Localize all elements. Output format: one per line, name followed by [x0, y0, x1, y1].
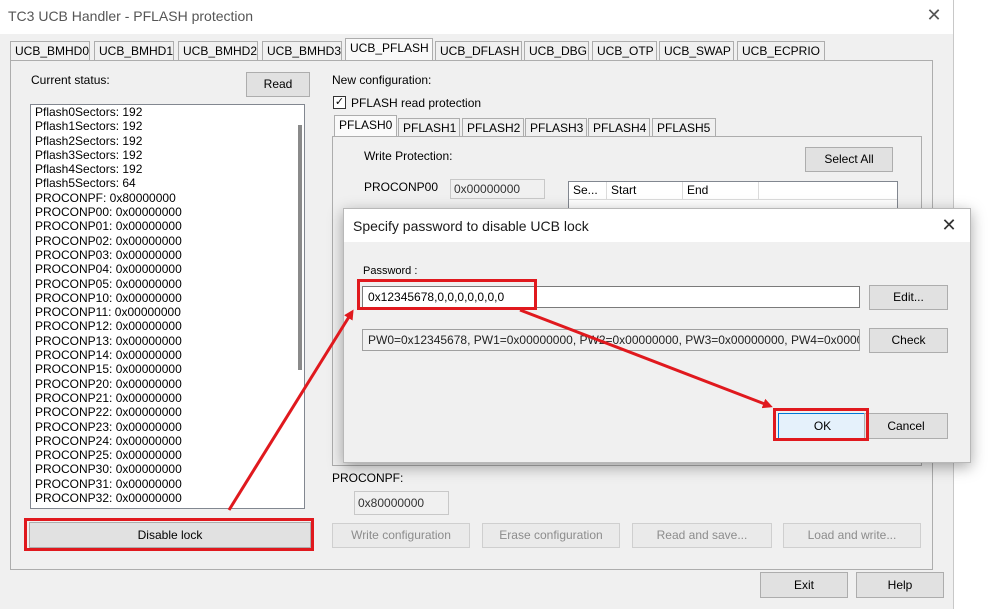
status-line: PROCONP31: 0x00000000 — [35, 476, 182, 491]
edit-button[interactable]: Edit... — [869, 285, 948, 310]
subtab-pflash0[interactable]: PFLASH0 — [334, 115, 397, 137]
tab-ucb-bmhd2[interactable]: UCB_BMHD2 — [178, 41, 258, 60]
proconp00-field: 0x00000000 — [450, 179, 545, 199]
proconpf-label: PROCONPF: — [332, 471, 404, 485]
password-label: Password : — [363, 265, 418, 277]
window-title: TC3 UCB Handler - PFLASH protection — [8, 8, 254, 24]
status-line: PROCONP32: 0x00000000 — [35, 491, 182, 506]
read-protection-label: PFLASH read protection — [351, 96, 482, 110]
status-line: Pflash0Sectors: 192 — [35, 105, 143, 119]
tab-ucb-ecprio[interactable]: UCB_ECPRIO — [737, 41, 825, 60]
write-configuration-button[interactable]: Write configuration — [332, 523, 470, 548]
subtab-pflash4[interactable]: PFLASH4 — [588, 118, 650, 137]
column-header-start[interactable]: Start — [607, 182, 683, 199]
status-line: Pflash3Sectors: 192 — [35, 147, 143, 162]
status-line: PROCONPF: 0x80000000 — [35, 190, 176, 205]
status-line: Pflash4Sectors: 192 — [35, 162, 143, 177]
exit-button[interactable]: Exit — [760, 572, 848, 598]
ok-button[interactable]: OK — [778, 413, 867, 439]
dialog-title-bar: Specify password to disable UCB lock ✕ — [344, 209, 970, 242]
proconpf-field: 0x80000000 — [354, 491, 449, 515]
read-and-save-button[interactable]: Read and save... — [632, 523, 772, 548]
read-button[interactable]: Read — [246, 72, 310, 97]
status-line: PROCONP22: 0x00000000 — [35, 405, 182, 420]
column-header-sector[interactable]: Se... — [569, 182, 607, 199]
status-line: Pflash2Sectors: 192 — [35, 133, 143, 148]
subtab-pflash1[interactable]: PFLASH1 — [398, 118, 460, 137]
help-button[interactable]: Help — [856, 572, 944, 598]
select-all-button[interactable]: Select All — [805, 147, 893, 172]
tab-ucb-bmhd3[interactable]: UCB_BMHD3 — [262, 41, 342, 60]
status-line: PROCONP24: 0x00000000 — [35, 433, 182, 448]
status-line: PROCONP30: 0x00000000 — [35, 462, 182, 477]
status-line: PROCONP25: 0x00000000 — [35, 448, 182, 463]
status-line: PROCONP03: 0x00000000 — [35, 247, 182, 262]
status-line: PROCONP15: 0x00000000 — [35, 362, 182, 377]
tab-ucb-bmhd0[interactable]: UCB_BMHD0 — [10, 41, 90, 60]
tab-ucb-swap[interactable]: UCB_SWAP — [659, 41, 734, 60]
password-dialog: Specify password to disable UCB lock ✕ P… — [343, 208, 971, 463]
tab-ucb-bmhd1[interactable]: UCB_BMHD1 — [94, 41, 174, 60]
disable-lock-button[interactable]: Disable lock — [29, 522, 311, 548]
read-protection-checkbox[interactable]: ✓ — [333, 96, 346, 109]
password-detail-field: PW0=0x12345678, PW1=0x00000000, PW2=0x00… — [362, 329, 860, 351]
status-line: PROCONP05: 0x00000000 — [35, 276, 182, 291]
dialog-close-icon[interactable]: ✕ — [939, 215, 959, 235]
cancel-button[interactable]: Cancel — [864, 413, 948, 439]
status-line: PROCONP21: 0x00000000 — [35, 390, 182, 405]
check-button[interactable]: Check — [869, 328, 948, 353]
status-line: PROCONP14: 0x00000000 — [35, 348, 182, 363]
subtab-pflash2[interactable]: PFLASH2 — [462, 118, 524, 137]
status-line: Pflash5Sectors: 64 — [35, 176, 136, 191]
status-line: PROCONP20: 0x00000000 — [35, 376, 182, 391]
tab-ucb-pflash[interactable]: UCB_PFLASH — [345, 38, 433, 61]
load-and-write-button[interactable]: Load and write... — [783, 523, 921, 548]
current-status-label: Current status: — [31, 73, 110, 87]
subtab-pflash5[interactable]: PFLASH5 — [652, 118, 716, 137]
subtab-pflash3[interactable]: PFLASH3 — [525, 118, 587, 137]
status-line: Pflash1Sectors: 192 — [35, 119, 143, 134]
write-protection-label: Write Protection: — [364, 149, 453, 163]
sector-table-header: Se... Start End — [569, 182, 897, 200]
status-list[interactable]: Pflash0Sectors: 192 Pflash1Sectors: 192 Pf… — [30, 104, 305, 509]
list-scrollbar-thumb[interactable] — [298, 125, 302, 370]
sector-table[interactable]: Se... Start End — [568, 181, 898, 211]
status-line: PROCONP12: 0x00000000 — [35, 319, 182, 334]
dialog-title: Specify password to disable UCB lock — [353, 218, 589, 234]
status-line: PROCONP11: 0x00000000 — [35, 305, 181, 320]
tab-ucb-otp[interactable]: UCB_OTP — [592, 41, 657, 60]
status-line: PROCONP23: 0x00000000 — [35, 419, 182, 434]
title-bar: TC3 UCB Handler - PFLASH protection ✕ — [0, 0, 953, 34]
status-line: PROCONP13: 0x00000000 — [35, 333, 182, 348]
status-line: PROCONP10: 0x00000000 — [35, 290, 182, 305]
close-icon[interactable]: ✕ — [924, 5, 944, 25]
password-input[interactable]: 0x12345678,0,0,0,0,0,0,0 — [362, 286, 860, 308]
status-line: PROCONP02: 0x00000000 — [35, 233, 182, 248]
proconp00-label: PROCONP00 — [364, 180, 439, 194]
tab-ucb-dbg[interactable]: UCB_DBG — [524, 41, 589, 60]
status-line: PROCONP00: 0x00000000 — [35, 205, 182, 220]
status-lines: Pflash0Sectors: 192 Pflash1Sectors: 192 Pf… — [31, 105, 304, 505]
erase-configuration-button[interactable]: Erase configuration — [482, 523, 620, 548]
column-header-end[interactable]: End — [683, 182, 759, 199]
status-line: PROCONP04: 0x00000000 — [35, 262, 182, 277]
tab-ucb-dflash[interactable]: UCB_DFLASH — [435, 41, 522, 60]
new-configuration-label: New configuration: — [332, 73, 432, 87]
status-line: PROCONP01: 0x00000000 — [35, 219, 182, 234]
